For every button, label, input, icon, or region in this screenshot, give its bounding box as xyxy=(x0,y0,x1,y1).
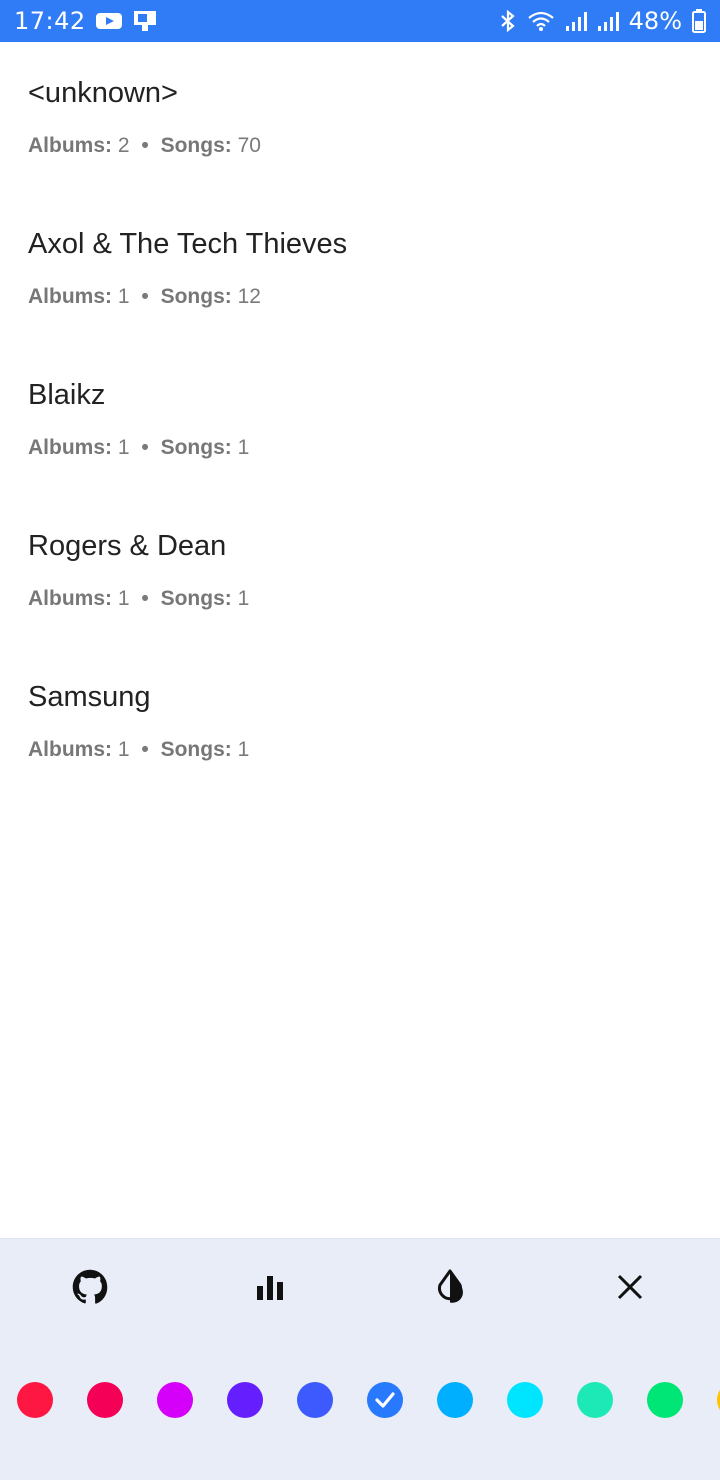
theme-panel xyxy=(0,1238,720,1480)
separator-dot: • xyxy=(141,134,149,157)
albums-label: Albums: xyxy=(28,738,112,761)
songs-label: Songs: xyxy=(160,134,232,157)
albums-count: 1 xyxy=(117,587,130,610)
color-swatch[interactable] xyxy=(87,1382,123,1418)
battery-percentage: 48% xyxy=(628,7,682,35)
artist-name: Blaikz xyxy=(28,379,106,411)
youtube-icon xyxy=(95,11,122,31)
github-button[interactable] xyxy=(70,1269,110,1309)
albums-count: 1 xyxy=(117,285,130,308)
color-swatch[interactable] xyxy=(157,1382,193,1418)
albums-label: Albums: xyxy=(28,436,112,459)
screen-cast-icon xyxy=(132,10,158,32)
artist-list-item[interactable]: Samsung Albums: 1 • Songs: 1 xyxy=(0,646,720,797)
check-icon xyxy=(375,1392,395,1408)
close-button[interactable] xyxy=(610,1269,650,1309)
bar-chart-icon xyxy=(255,1272,285,1307)
color-swatch[interactable] xyxy=(297,1382,333,1418)
stats-button[interactable] xyxy=(250,1269,290,1309)
color-swatch[interactable] xyxy=(227,1382,263,1418)
color-swatch[interactable] xyxy=(17,1382,53,1418)
wifi-icon xyxy=(527,10,555,32)
bluetooth-icon xyxy=(499,9,517,33)
songs-label: Songs: xyxy=(160,436,232,459)
songs-label: Songs: xyxy=(160,738,232,761)
artist-list-item[interactable]: Axol & The Tech Thieves Albums: 1 • Song… xyxy=(0,193,720,344)
artist-list-item[interactable]: <unknown> Albums: 2 • Songs: 70 xyxy=(0,42,720,193)
songs-count: 1 xyxy=(237,738,250,761)
battery-icon xyxy=(692,9,706,33)
theme-toolbar xyxy=(0,1269,720,1309)
albums-count: 1 xyxy=(117,436,130,459)
artist-name: Samsung xyxy=(28,681,151,713)
songs-label: Songs: xyxy=(160,587,232,610)
artist-list-item[interactable]: Blaikz Albums: 1 • Songs: 1 xyxy=(0,344,720,495)
artist-stats: Albums: 1 • Songs: 1 xyxy=(28,738,692,762)
color-swatch[interactable] xyxy=(507,1382,543,1418)
songs-count: 1 xyxy=(237,436,250,459)
artist-stats: Albums: 1 • Songs: 1 xyxy=(28,587,692,611)
albums-label: Albums: xyxy=(28,285,112,308)
color-swatch[interactable] xyxy=(367,1382,403,1418)
artist-name: <unknown> xyxy=(28,77,178,109)
artist-stats: Albums: 2 • Songs: 70 xyxy=(28,134,692,158)
albums-label: Albums: xyxy=(28,587,112,610)
albums-count: 1 xyxy=(117,738,130,761)
status-time: 17:42 xyxy=(14,7,86,35)
separator-dot: • xyxy=(141,285,149,308)
artist-name: Rogers & Dean xyxy=(28,530,227,562)
separator-dot: • xyxy=(141,436,149,459)
artist-stats: Albums: 1 • Songs: 1 xyxy=(28,436,692,460)
accent-color-picker xyxy=(0,1382,720,1418)
separator-dot: • xyxy=(141,738,149,761)
songs-count: 12 xyxy=(237,285,261,308)
color-swatch[interactable] xyxy=(437,1382,473,1418)
songs-label: Songs: xyxy=(160,285,232,308)
separator-dot: • xyxy=(141,587,149,610)
github-icon xyxy=(72,1269,108,1310)
signal-icon xyxy=(565,10,587,32)
close-icon xyxy=(616,1273,644,1306)
color-swatch[interactable] xyxy=(647,1382,683,1418)
songs-count: 1 xyxy=(237,587,250,610)
status-bar: 17:42 48% xyxy=(0,0,720,42)
albums-label: Albums: xyxy=(28,134,112,157)
signal-icon xyxy=(597,10,619,32)
artist-list: <unknown> Albums: 2 • Songs: 70 Axol & T… xyxy=(0,42,720,797)
songs-count: 70 xyxy=(237,134,261,157)
dark-mode-button[interactable] xyxy=(430,1269,470,1309)
albums-count: 2 xyxy=(117,134,130,157)
artist-stats: Albums: 1 • Songs: 12 xyxy=(28,285,692,309)
artist-list-item[interactable]: Rogers & Dean Albums: 1 • Songs: 1 xyxy=(0,495,720,646)
contrast-drop-icon xyxy=(434,1269,466,1310)
artist-name: Axol & The Tech Thieves xyxy=(28,228,348,260)
color-swatch[interactable] xyxy=(577,1382,613,1418)
